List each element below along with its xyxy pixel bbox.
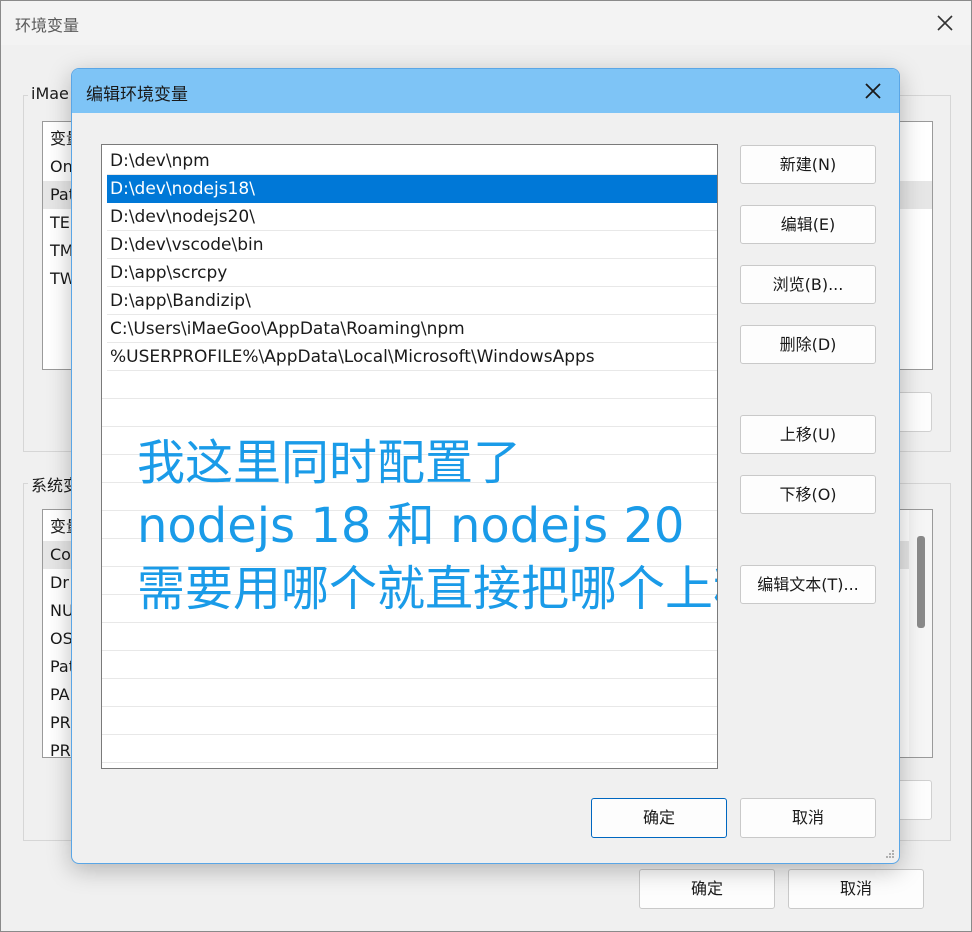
empty-row[interactable]: [102, 679, 717, 707]
path-item[interactable]: D:\app\scrcpy: [107, 259, 717, 287]
edit-button[interactable]: 编辑(E): [740, 205, 876, 244]
outer-cancel-button[interactable]: 取消: [788, 869, 924, 909]
new-button[interactable]: 新建(N): [740, 145, 876, 184]
outer-window-title: 环境变量: [15, 16, 80, 35]
scrollbar-thumb[interactable]: [917, 536, 925, 628]
system-vars-scrollbar[interactable]: [909, 510, 932, 757]
edit-env-var-dialog: 编辑环境变量 D:\dev\npm D:\dev\nodejs18\ D:\de…: [71, 68, 900, 864]
delete-button[interactable]: 删除(D): [740, 325, 876, 364]
resize-grip-icon[interactable]: [885, 849, 895, 859]
path-item[interactable]: D:\dev\npm: [107, 147, 717, 175]
move-up-button[interactable]: 上移(U): [740, 415, 876, 454]
path-item[interactable]: D:\dev\nodejs20\: [107, 203, 717, 231]
path-item[interactable]: %USERPROFILE%\AppData\Local\Microsoft\Wi…: [107, 343, 717, 371]
edit-text-button[interactable]: 编辑文本(T)...: [740, 565, 876, 604]
close-icon[interactable]: [861, 79, 885, 103]
user-vars-group-label: iMae: [28, 84, 72, 103]
outer-titlebar: 环境变量: [1, 1, 971, 45]
outer-ok-button[interactable]: 确定: [639, 869, 775, 909]
move-down-button[interactable]: 下移(O): [740, 475, 876, 514]
annotation-line-3: 需要用哪个就直接把哪个上移: [137, 561, 718, 617]
path-item[interactable]: D:\dev\vscode\bin: [107, 231, 717, 259]
empty-row[interactable]: [102, 707, 717, 735]
path-item[interactable]: D:\app\Bandizip\: [107, 287, 717, 315]
dialog-title: 编辑环境变量: [86, 85, 188, 105]
dialog-titlebar: 编辑环境变量: [72, 69, 899, 113]
path-list[interactable]: D:\dev\npm D:\dev\nodejs18\ D:\dev\nodej…: [101, 144, 718, 769]
empty-row[interactable]: [102, 735, 717, 763]
empty-row[interactable]: [102, 371, 717, 399]
empty-row[interactable]: [102, 623, 717, 651]
dialog-cancel-button[interactable]: 取消: [740, 798, 876, 838]
dialog-ok-button[interactable]: 确定: [591, 798, 727, 838]
path-item[interactable]: C:\Users\iMaeGoo\AppData\Roaming\npm: [107, 315, 717, 343]
empty-row[interactable]: [102, 399, 717, 427]
path-item-selected[interactable]: D:\dev\nodejs18\: [107, 175, 717, 203]
annotation-line-1: 我这里同时配置了: [137, 435, 522, 491]
browse-button[interactable]: 浏览(B)...: [740, 265, 876, 304]
empty-row[interactable]: [102, 651, 717, 679]
close-icon[interactable]: [933, 11, 957, 35]
annotation-line-2: nodejs 18 和 nodejs 20: [137, 498, 685, 554]
